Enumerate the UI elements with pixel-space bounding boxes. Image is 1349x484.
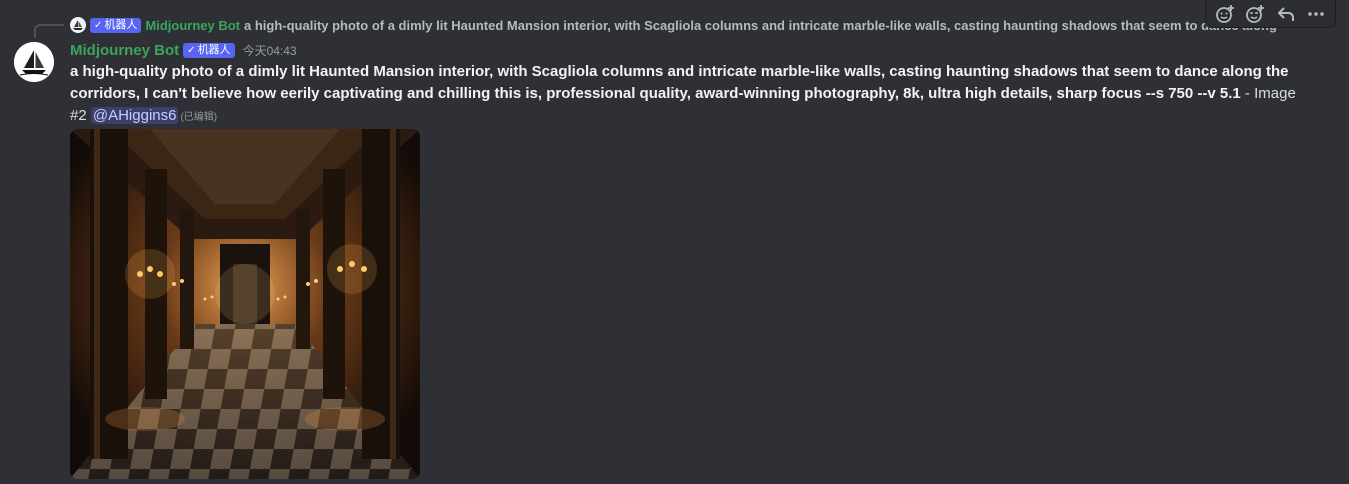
reply-author[interactable]: Midjourney Bot [145,18,240,33]
more-icon [1308,11,1324,16]
boat-icon [73,20,83,30]
attachment-image[interactable] [70,129,420,479]
checkmark-icon: ✓ [94,19,103,31]
bot-tag-label: 机器人 [104,18,138,31]
prompt-text: a high-quality photo of a dimly lit Haun… [70,63,1289,102]
message-header: Midjourney Bot ✓ 机器人 今天04:43 [70,40,297,60]
timestamp[interactable]: 今天04:43 [243,42,297,59]
haunted-mansion-image [70,129,420,479]
message-toolbar [1205,0,1336,28]
super-reaction-button[interactable] [1242,1,1268,27]
reply-icon [1277,6,1294,21]
bot-tag: ✓ 机器人 [90,17,142,33]
reply-text[interactable]: a high-quality photo of a dimly lit Haun… [244,18,1277,33]
reply-preview[interactable]: ✓ 机器人 Midjourney Bot a high-quality phot… [70,16,1285,34]
user-mention[interactable]: @AHiggins6 [90,107,179,124]
reply-button[interactable] [1273,1,1299,27]
add-reaction-icon [1216,4,1235,23]
bot-tag: ✓ 机器人 [183,42,235,58]
boat-icon [14,42,54,82]
checkmark-icon: ✓ [187,44,196,56]
more-button[interactable] [1303,1,1329,27]
reply-avatar[interactable] [70,17,86,33]
author-name[interactable]: Midjourney Bot [70,42,179,59]
reply-spine [34,24,64,38]
super-reaction-icon [1246,4,1265,23]
add-reaction-button[interactable] [1212,1,1238,27]
bot-tag-label: 机器人 [197,43,231,56]
message-container: ✓ 机器人 Midjourney Bot a high-quality phot… [0,0,1349,484]
avatar[interactable] [14,42,54,82]
message-content: a high-quality photo of a dimly lit Haun… [70,61,1310,129]
edited-marker: (已编辑) [180,112,218,123]
